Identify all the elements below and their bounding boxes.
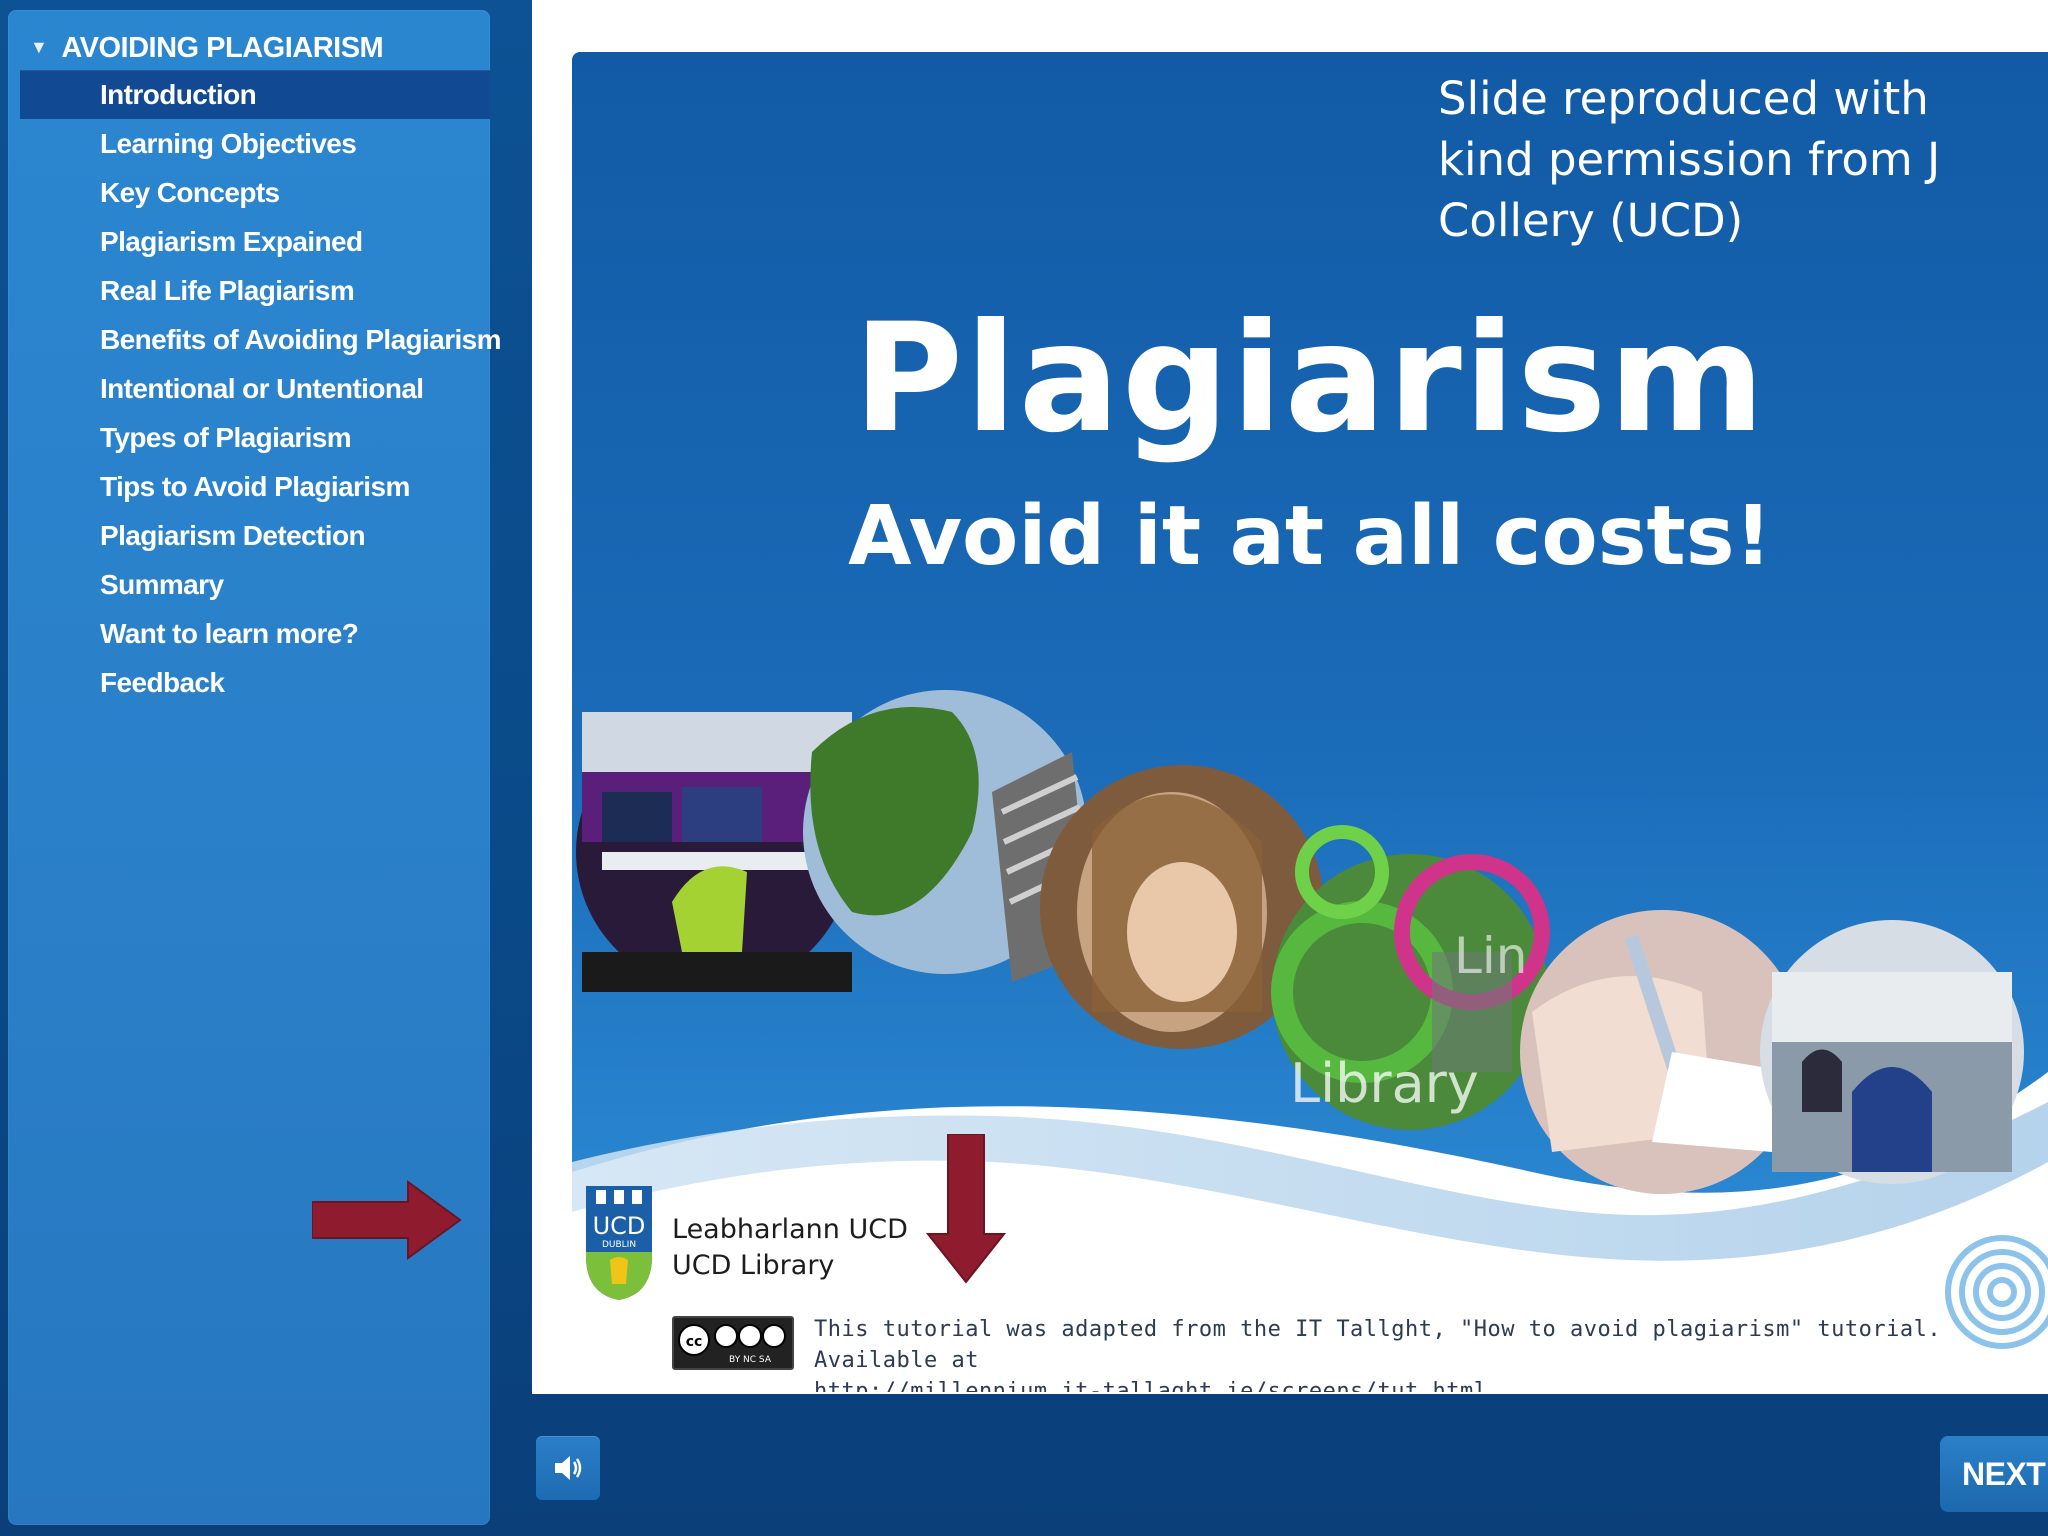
attribution-link[interactable]: http://millennium.it-tallaght.ie/screens…: [814, 1376, 2048, 1392]
sidebar-item-types[interactable]: Types of Plagiarism: [20, 413, 490, 462]
slide-title: Plagiarism: [853, 292, 1767, 466]
library-name-irish: Leabharlann UCD: [672, 1214, 908, 1245]
ucd-crest-icon: UCD DUBLIN: [586, 1186, 652, 1300]
annotation-arrow-right-icon: [312, 1180, 462, 1260]
outline-section-header[interactable]: ▼ AVOIDING PLAGIARISM: [30, 28, 384, 68]
outline-section-title: AVOIDING PLAGIARISM: [61, 31, 384, 64]
slide-credit-text: Slide reproduced with kind permission fr…: [1438, 72, 1941, 247]
slide-subtitle: Avoid it at all costs!: [848, 489, 1772, 584]
cc-terms: BY NC SA: [729, 1355, 772, 1365]
library-name-english: UCD Library: [672, 1250, 835, 1281]
speaker-icon: [555, 1456, 582, 1480]
cc-text: cc: [686, 1334, 703, 1350]
crest-subtext: DUBLIN: [602, 1240, 636, 1250]
sidebar-item-tips[interactable]: Tips to Avoid Plagiarism: [20, 462, 490, 511]
photo-label-library: Library: [1290, 1052, 1479, 1115]
sidebar-item-real-life-plagiarism[interactable]: Real Life Plagiarism: [20, 266, 490, 315]
slide-artwork: [572, 52, 2048, 1392]
sidebar-item-summary[interactable]: Summary: [20, 560, 490, 609]
sidebar-item-plagiarism-explained[interactable]: Plagiarism Expained: [20, 217, 490, 266]
next-button[interactable]: NEXT: [1940, 1436, 2048, 1512]
crest-text: UCD: [593, 1212, 646, 1240]
attribution-line-1: This tutorial was adapted from the IT Ta…: [814, 1317, 1942, 1373]
slide: Slide reproduced with kind permission fr…: [572, 52, 2048, 1392]
swirl-logo-icon: [1945, 1235, 2048, 1349]
creative-commons-badge-icon: cc BY NC SA: [672, 1316, 794, 1370]
outline-list: Introduction Learning Objectives Key Con…: [20, 70, 502, 707]
annotation-arrow-down-icon: [926, 1134, 1006, 1284]
sidebar-item-detection[interactable]: Plagiarism Detection: [20, 511, 490, 560]
audio-toggle-button[interactable]: [536, 1436, 600, 1500]
sidebar-item-feedback[interactable]: Feedback: [20, 658, 490, 707]
attribution-text: This tutorial was adapted from the IT Ta…: [814, 1314, 2048, 1392]
collapse-caret-icon[interactable]: ▼: [30, 37, 48, 58]
sidebar-outline: ▼ AVOIDING PLAGIARISM Introduction Learn…: [8, 10, 502, 1525]
sidebar-item-benefits[interactable]: Benefits of Avoiding Plagiarism: [20, 315, 502, 364]
sidebar-item-learning-objectives[interactable]: Learning Objectives: [20, 119, 490, 168]
sidebar-item-key-concepts[interactable]: Key Concepts: [20, 168, 490, 217]
photo-circle-study-hall: [1760, 920, 2024, 1184]
sidebar-item-introduction[interactable]: Introduction: [20, 70, 490, 119]
sidebar-item-learn-more[interactable]: Want to learn more?: [20, 609, 490, 658]
sidebar-item-intentional[interactable]: Intentional or Untentional: [20, 364, 490, 413]
library-name: Leabharlann UCD UCD Library: [672, 1212, 908, 1284]
photo-label-link: Lin: [1454, 927, 1528, 985]
